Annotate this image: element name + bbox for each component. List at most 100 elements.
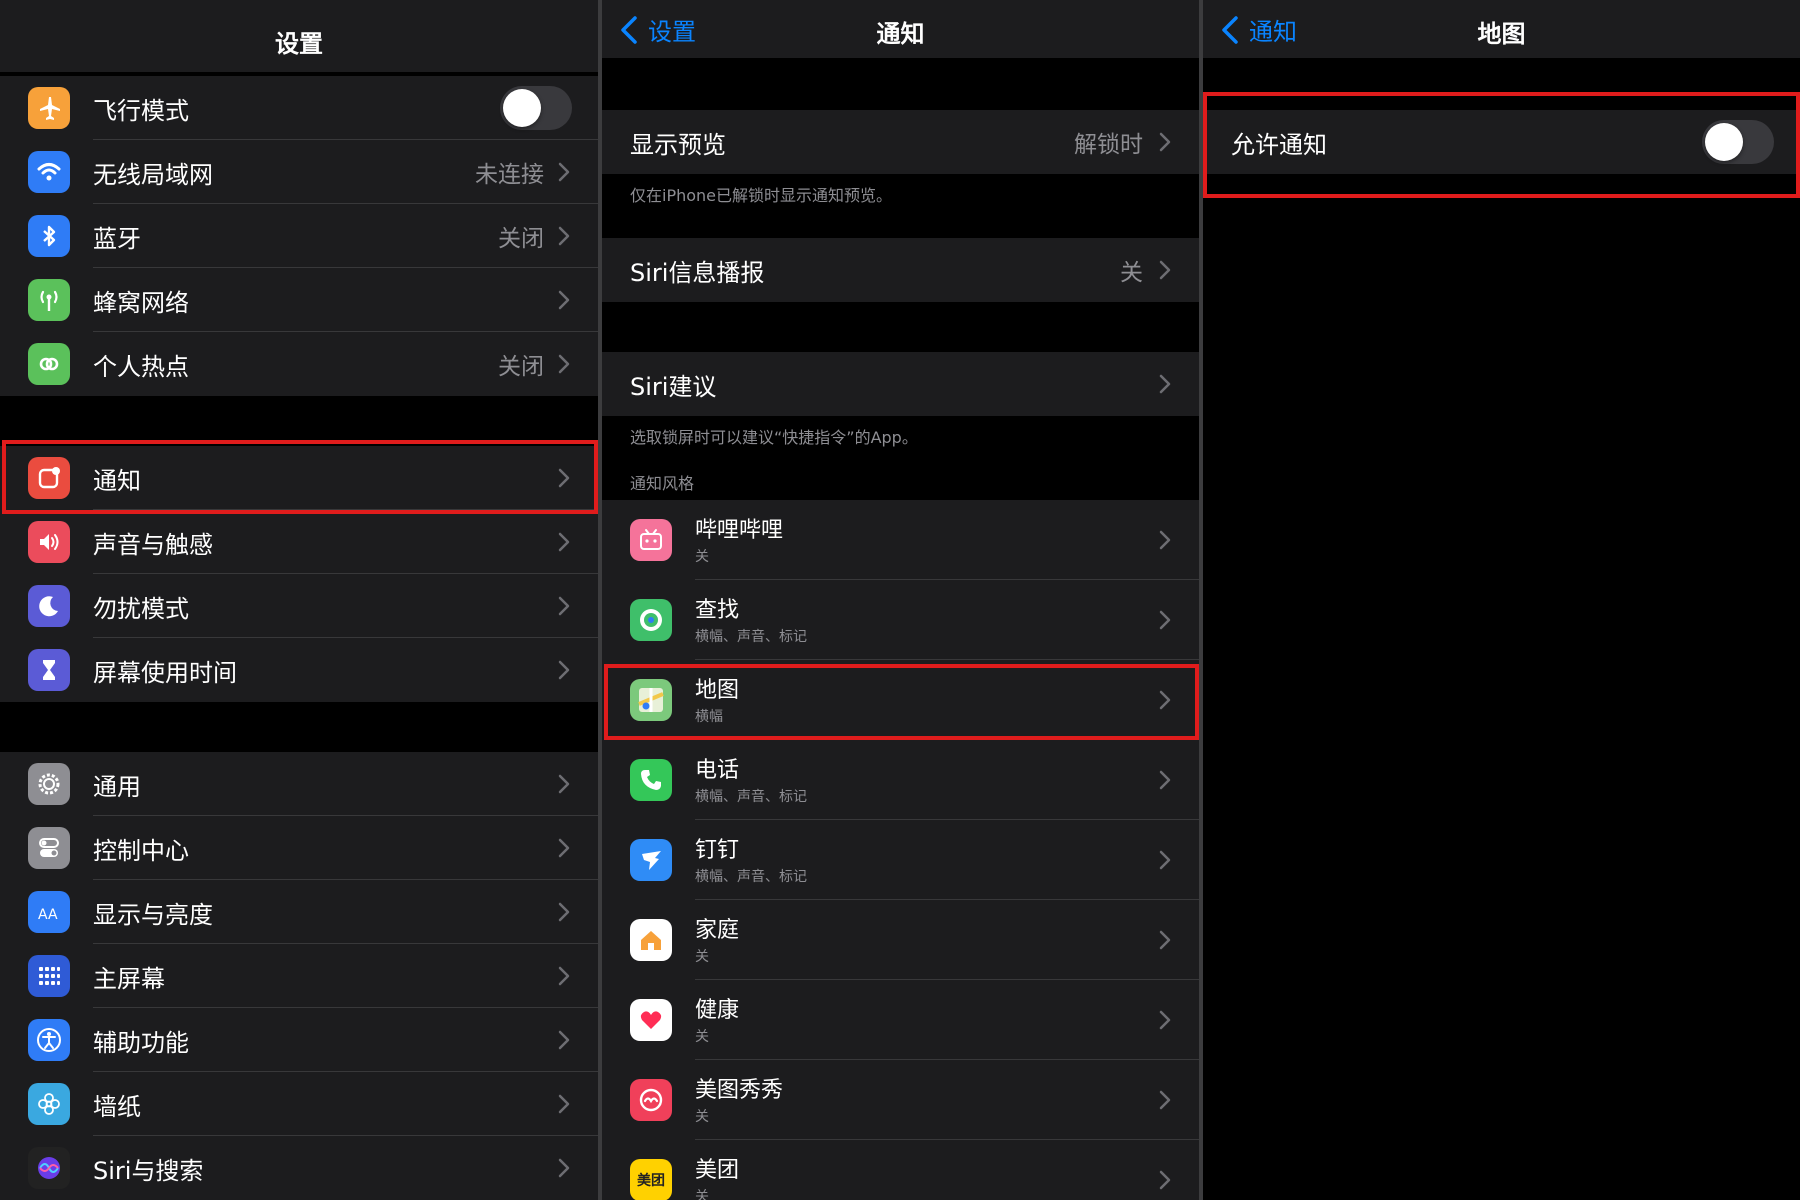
app-row-findmy[interactable]: 查找 横幅、声音、标记 — [602, 580, 1199, 660]
maps-icon — [630, 679, 672, 721]
row-value: 关闭 — [498, 354, 544, 380]
settings-row-3-bluetooth[interactable]: 蓝牙 关闭 — [0, 204, 598, 268]
chevron-right-icon — [558, 290, 570, 310]
row-label: 墙纸 — [93, 1092, 141, 1121]
home-grid-icon — [28, 955, 70, 997]
settings-row-2-speaker[interactable]: 声音与触感 — [0, 510, 598, 574]
notification-icon — [28, 457, 70, 499]
chevron-right-icon — [558, 162, 570, 182]
flower-icon — [28, 1083, 70, 1125]
chevron-right-icon — [558, 1158, 570, 1178]
chevron-right-icon — [558, 966, 570, 986]
chevron-right-icon — [558, 226, 570, 246]
dingtalk-icon — [630, 839, 672, 881]
app-row-meitu[interactable]: 美图秀秀关 — [602, 1060, 1199, 1140]
app-notification-style: 横幅 — [695, 709, 723, 725]
findmy-icon — [630, 599, 672, 641]
row-label: 飞行模式 — [93, 96, 189, 125]
chevron-right-icon — [1159, 132, 1171, 152]
maps-notification-panel: 通知 地图 允许通知 — [1203, 0, 1800, 1200]
app-notification-style: 横幅、声音、标记 — [695, 789, 807, 805]
hourglass-icon — [28, 649, 70, 691]
app-notification-style: 关 — [695, 1189, 709, 1200]
settings-row-2-switches[interactable]: 控制中心 — [0, 816, 598, 880]
page-title: 通知 — [876, 20, 925, 48]
app-row-dingtalk[interactable]: 钉钉横幅、声音、标记 — [602, 820, 1199, 900]
row-value: 关闭 — [498, 226, 544, 252]
meituan-icon: 美团 — [630, 1159, 672, 1200]
siri-announce-label: Siri信息播报 — [630, 258, 765, 287]
settings-row-2-wifi[interactable]: 无线局域网 未连接 — [0, 140, 598, 204]
siri-suggest-row[interactable]: Siri建议 — [602, 352, 1199, 416]
chevron-right-icon — [558, 660, 570, 680]
allow-notifications-label: 允许通知 — [1231, 130, 1327, 159]
settings-row-7-siri[interactable]: Siri与搜索 — [0, 1136, 598, 1200]
siri-announce-row[interactable]: Siri信息播报 关 — [602, 238, 1199, 302]
heart-icon — [630, 999, 672, 1041]
show-preview-row[interactable]: 显示预览 解锁时 — [602, 110, 1199, 174]
chevron-right-icon — [1159, 260, 1171, 280]
settings-row-4-hourglass[interactable]: 屏幕使用时间 — [0, 638, 598, 702]
settings-row-3-text-size[interactable]: AA 显示与亮度 — [0, 880, 598, 944]
toggle-knob — [503, 89, 541, 127]
settings-row-4-antenna[interactable]: 蜂窝网络 — [0, 268, 598, 332]
wifi-icon — [28, 151, 70, 193]
section-header-style: 通知风格 — [630, 474, 695, 493]
meitu-icon — [630, 1079, 672, 1121]
row-label: 通用 — [93, 772, 141, 801]
meituan-badge: 美团 — [637, 1173, 665, 1189]
phone-icon — [630, 759, 672, 801]
app-name: 哔哩哔哩 — [695, 518, 784, 543]
app-row-meituan[interactable]: 美团 美团关 — [602, 1140, 1199, 1200]
app-name: 家庭 — [695, 918, 740, 943]
row-label: 蓝牙 — [93, 224, 141, 253]
app-name: 查找 — [695, 598, 740, 623]
chevron-right-icon — [558, 354, 570, 374]
settings-row-1-airplane[interactable]: 飞行模式 — [0, 76, 598, 140]
settings-row-1-notification[interactable]: 通知 — [0, 446, 598, 510]
row-label: 屏幕使用时间 — [93, 658, 237, 687]
chevron-right-icon — [1159, 770, 1171, 790]
notifications-nav-bar: 设置 通知 — [602, 0, 1199, 58]
svg-text:AA: AA — [38, 907, 58, 923]
row-label: 无线局域网 — [93, 160, 213, 189]
settings-row-4-home-grid[interactable]: 主屏幕 — [0, 944, 598, 1008]
settings-row-5-hotspot[interactable]: 个人热点 关闭 — [0, 332, 598, 396]
row-label: 通知 — [93, 466, 141, 495]
app-notification-style: 横幅、声音、标记 — [695, 869, 807, 885]
accessibility-icon — [28, 1019, 70, 1061]
airplane-mode-toggle[interactable] — [500, 86, 572, 130]
switches-icon — [28, 827, 70, 869]
settings-row-1-gear[interactable]: 通用 — [0, 752, 598, 816]
siri-icon — [28, 1147, 70, 1189]
app-row-heart[interactable]: 健康关 — [602, 980, 1199, 1060]
page-title: 地图 — [1477, 20, 1526, 48]
chevron-right-icon — [1159, 610, 1171, 630]
antenna-icon — [28, 279, 70, 321]
allow-notifications-toggle[interactable] — [1702, 120, 1774, 164]
show-preview-value: 解锁时 — [1074, 132, 1143, 158]
chevron-right-icon — [1159, 690, 1171, 710]
settings-row-5-accessibility[interactable]: 辅助功能 — [0, 1008, 598, 1072]
settings-row-3-moon[interactable]: 勿扰模式 — [0, 574, 598, 638]
app-name: 美图秀秀 — [695, 1078, 784, 1103]
hotspot-icon — [28, 343, 70, 385]
chevron-right-icon — [1159, 930, 1171, 950]
chevron-right-icon — [558, 596, 570, 616]
app-row-maps[interactable]: 地图 横幅 — [602, 660, 1199, 740]
speaker-icon — [28, 521, 70, 563]
app-row-bilibili[interactable]: 哔哩哔哩关 — [602, 500, 1199, 580]
chevron-right-icon — [558, 468, 570, 488]
app-row-phone[interactable]: 电话 横幅、声音、标记 — [602, 740, 1199, 820]
row-label: Siri与搜索 — [93, 1156, 204, 1185]
row-label: 蜂窝网络 — [93, 288, 189, 317]
app-name: 美团 — [695, 1158, 740, 1183]
chevron-right-icon — [1159, 530, 1171, 550]
show-preview-label: 显示预览 — [630, 130, 726, 159]
row-value: 未连接 — [475, 162, 544, 188]
chevron-right-icon — [1159, 374, 1171, 394]
app-notification-style: 关 — [695, 1029, 709, 1045]
app-name: 钉钉 — [695, 838, 740, 863]
settings-row-6-flower[interactable]: 墙纸 — [0, 1072, 598, 1136]
app-row-home[interactable]: 家庭关 — [602, 900, 1199, 980]
